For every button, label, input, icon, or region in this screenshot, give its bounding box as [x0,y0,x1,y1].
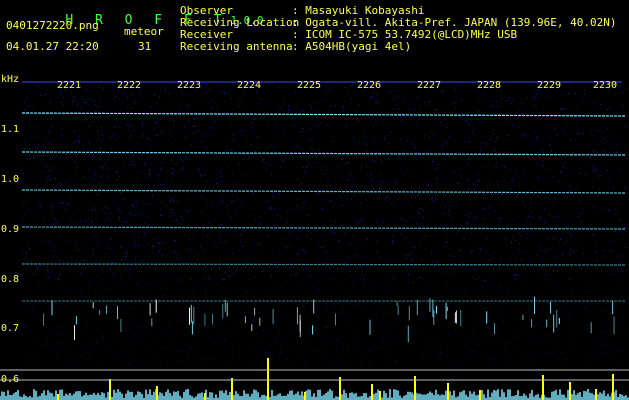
frequency-tick-label: 0.6 [1,374,20,385]
observation-datetime: 04.01.27 22:20 [6,40,99,53]
frequency-tick-label: 0.9 [1,224,20,235]
hrofft-window: H R O F F T 1.0.0 0401272220.png 04.01.27… [0,0,629,400]
time-tick-label: 2227 [417,80,442,91]
meteor-pings [43,296,615,343]
antenna-value: : A504HB(yagi 4el) [292,40,412,53]
frequency-tick-label: 1.0 [1,174,20,185]
time-tick-label: 2221 [57,80,82,91]
frequency-tick-label: 1.1 [1,124,20,135]
time-tick-label: 2224 [237,80,262,91]
time-tick-label: 2229 [537,80,562,91]
frequency-tick-label: 0.7 [1,323,20,334]
frequency-tick-label: 0.8 [1,274,20,285]
meteor-label: meteor [124,25,164,38]
antenna-label: Receiving antenna [180,40,293,53]
frequency-unit-label: kHz [1,74,20,85]
spectrogram-plot [0,81,629,400]
meteor-count: 31 [138,40,152,53]
image-filename: 0401272220.png [6,19,99,32]
carrier-lines [21,112,627,302]
time-tick-label: 2230 [593,80,618,91]
time-tick-label: 2222 [117,80,142,91]
time-tick-label: 2225 [297,80,322,91]
noise-field [22,84,627,367]
time-tick-label: 2223 [177,80,202,91]
time-tick-label: 2228 [477,80,502,91]
echo-power-graph [0,358,629,400]
time-tick-label: 2226 [357,80,382,91]
